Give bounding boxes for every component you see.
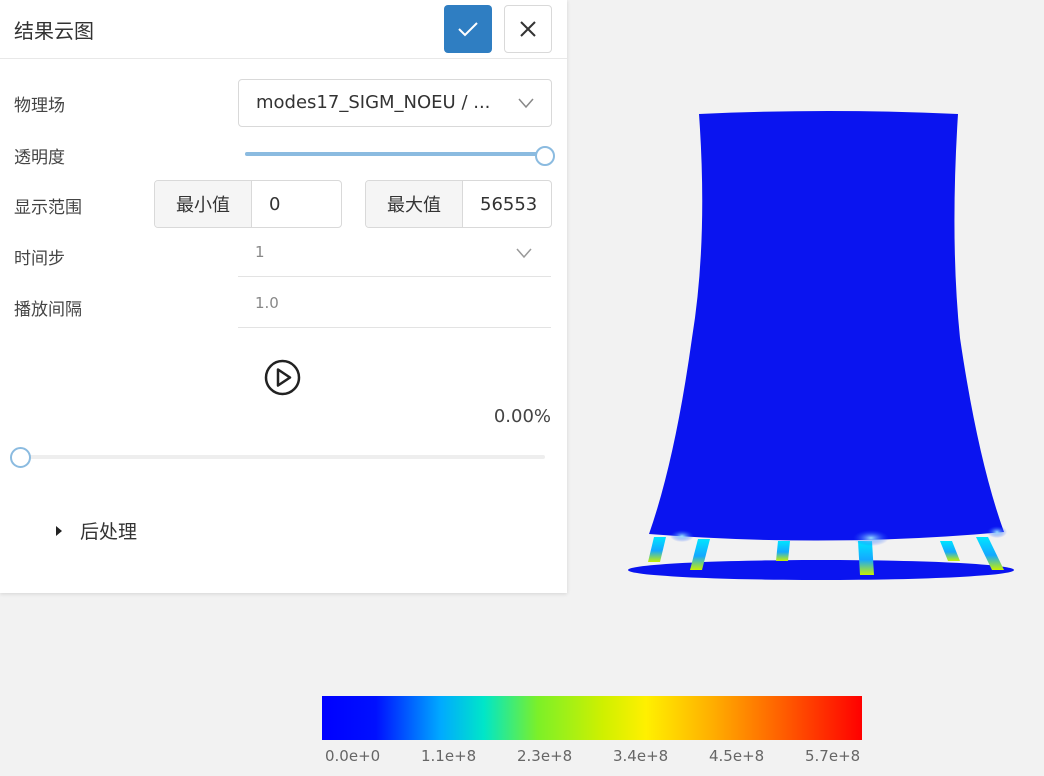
color-legend-tick: 5.7e+8 — [805, 747, 861, 765]
panel-header: 结果云图 — [0, 0, 567, 59]
result-contour-panel: 结果云图 物理场 modes17_SIGM_NOEU / ... 透明度 显示范… — [0, 0, 567, 593]
display-range-label: 显示范围 — [14, 198, 82, 218]
play-interval-input[interactable]: 1.0 — [238, 277, 551, 328]
playback-percent: 0.00% — [493, 406, 551, 427]
color-legend-tick: 3.4e+8 — [613, 747, 669, 765]
post-processing-label: 后处理 — [80, 521, 138, 543]
chevron-down-icon — [518, 98, 534, 109]
transparency-label: 透明度 — [14, 148, 65, 168]
tower-shell — [649, 111, 1004, 541]
min-value-input[interactable]: 0 — [269, 194, 280, 215]
chevron-down-icon — [516, 248, 532, 259]
time-step-label: 时间步 — [14, 249, 65, 269]
tower-base-plate — [628, 560, 1014, 580]
playback-slider-track[interactable] — [18, 455, 545, 459]
play-interval-label: 播放间隔 — [14, 300, 82, 320]
max-value-input[interactable]: 56553 — [480, 194, 537, 215]
check-icon — [458, 22, 478, 37]
physics-field-value: modes17_SIGM_NOEU / ... — [256, 92, 491, 113]
physics-field-select[interactable]: modes17_SIGM_NOEU / ... — [238, 79, 552, 127]
playback-slider-thumb[interactable] — [10, 447, 31, 468]
color-legend-bar — [322, 696, 862, 740]
max-value-addon: 最大值 — [366, 181, 463, 227]
max-value-group: 最大值 56553 — [365, 180, 552, 228]
post-processing-section[interactable]: 后处理 — [55, 517, 137, 544]
caret-right-icon — [56, 525, 62, 536]
cooling-tower-model — [628, 111, 1014, 580]
color-legend-tick: 1.1e+8 — [421, 747, 477, 765]
color-legend-tick: 4.5e+8 — [709, 747, 765, 765]
time-step-value: 1 — [255, 243, 265, 261]
close-icon — [520, 21, 536, 37]
transparency-slider-thumb[interactable] — [535, 146, 555, 166]
transparency-slider-fill — [245, 152, 545, 156]
play-interval-value: 1.0 — [255, 294, 279, 312]
panel-title: 结果云图 — [14, 19, 94, 43]
model-viewport[interactable] — [620, 100, 1025, 594]
min-value-group: 最小值 0 — [154, 180, 342, 228]
play-icon[interactable] — [264, 359, 301, 396]
color-legend-tick: 0.0e+0 — [325, 747, 381, 765]
min-value-addon: 最小值 — [155, 181, 252, 227]
confirm-button[interactable] — [444, 5, 492, 53]
close-button[interactable] — [504, 5, 552, 53]
physics-field-label: 物理场 — [14, 96, 65, 116]
time-step-select[interactable]: 1 — [238, 226, 551, 277]
color-legend-tick: 2.3e+8 — [517, 747, 573, 765]
